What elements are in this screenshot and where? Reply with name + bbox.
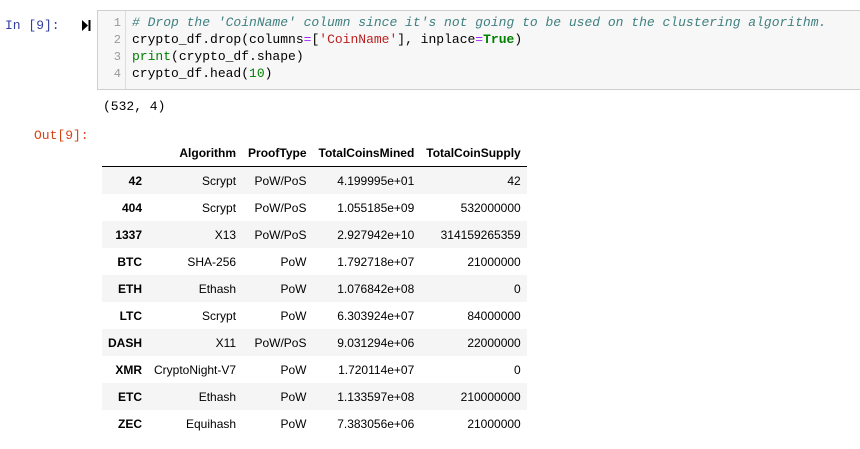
row-index: ETC	[118, 389, 143, 404]
column-header-totalcoinsupply: TotalCoinSupply	[420, 140, 527, 167]
line-number: 2	[113, 33, 121, 47]
column-header-algorithm: Algorithm	[148, 140, 243, 167]
row-index: 42	[128, 173, 143, 188]
row-index: 404	[121, 200, 143, 215]
code-token: ], inplace	[397, 32, 476, 47]
table-row: ETC Ethash PoW 1.133597e+08 210000000	[102, 383, 527, 410]
cell-totalcoinsmined: 1.076842e+08	[337, 281, 415, 296]
cell-totalcoinsupply: 22000000	[467, 335, 521, 350]
row-index: BTC	[117, 254, 143, 269]
table-row: LTC Scrypt PoW 6.303924e+07 84000000	[102, 302, 527, 329]
line-number: 3	[113, 50, 121, 64]
cell-prooftype: PoW/PoS	[254, 200, 307, 215]
code-token: 'CoinName'	[319, 32, 398, 47]
cell-totalcoinsupply: 21000000	[467, 416, 521, 431]
code-line: crypto_df.drop(columns=['CoinName'], inp…	[132, 32, 522, 47]
index-header	[102, 140, 149, 167]
cell-totalcoinsupply: 532000000	[460, 200, 521, 215]
table-header-row: Algorithm ProofType TotalCoinsMined Tota…	[102, 140, 527, 167]
stdout-output: (532, 4)	[103, 99, 166, 114]
column-header-prooftype: ProofType	[242, 140, 313, 167]
table-row: 42 Scrypt PoW/PoS 4.199995e+01 42	[102, 166, 527, 194]
code-token: crypto_df.head(	[132, 66, 250, 81]
cell-totalcoinsupply: 0	[514, 281, 521, 296]
cell-algorithm: CryptoNight-V7	[154, 362, 237, 377]
input-prompt: In [9]:	[5, 18, 60, 33]
cell-totalcoinsupply: 0	[514, 362, 521, 377]
row-index: LTC	[119, 308, 143, 323]
column-header-totalcoinsmined: TotalCoinsMined	[312, 140, 421, 167]
cell-totalcoinsmined: 2.927942e+10	[337, 227, 415, 242]
code-editor[interactable]: # Drop the 'CoinName' column since it's …	[97, 10, 860, 90]
cell-totalcoinsupply: 314159265359	[440, 227, 521, 242]
cell-totalcoinsupply: 42	[507, 173, 521, 188]
run-cell-icon[interactable]	[81, 19, 91, 32]
cell-prooftype: PoW	[280, 362, 307, 377]
cell-algorithm: SHA-256	[187, 254, 237, 269]
cell-prooftype: PoW	[280, 281, 307, 296]
cell-totalcoinsmined: 1.792718e+07	[337, 254, 415, 269]
cell-algorithm: Scrypt	[202, 173, 237, 188]
code-token: # Drop the 'CoinName' column since it's …	[132, 15, 827, 30]
cell-totalcoinsupply: 21000000	[467, 254, 521, 269]
code-token: 10	[249, 66, 265, 81]
cell-totalcoinsupply: 210000000	[460, 389, 521, 404]
cell-prooftype: PoW/PoS	[254, 227, 307, 242]
table-row: XMR CryptoNight-V7 PoW 1.720114e+07 0	[102, 356, 527, 383]
dataframe-table: Algorithm ProofType TotalCoinsMined Tota…	[102, 140, 527, 437]
cell-algorithm: Ethash	[198, 389, 237, 404]
row-index: ZEC	[118, 416, 143, 431]
cell-algorithm: Scrypt	[202, 308, 237, 323]
line-number: 4	[113, 67, 121, 81]
table-row: BTC SHA-256 PoW 1.792718e+07 21000000	[102, 248, 527, 275]
table-row: ZEC Equihash PoW 7.383056e+06 21000000	[102, 410, 527, 437]
code-token: (crypto_df.shape)	[171, 49, 304, 64]
table-row: 404 Scrypt PoW/PoS 1.055185e+09 532000000	[102, 194, 527, 221]
cell-prooftype: PoW/PoS	[254, 173, 307, 188]
table-body: 42 Scrypt PoW/PoS 4.199995e+01 42 404 Scrypt Po…	[102, 166, 527, 438]
cell-prooftype: PoW/PoS	[254, 335, 307, 350]
cell-totalcoinsupply: 84000000	[467, 308, 521, 323]
line-number: 1	[113, 16, 121, 30]
cell-prooftype: PoW	[280, 308, 307, 323]
row-index: 1337	[115, 227, 143, 242]
cell-totalcoinsmined: 6.303924e+07	[337, 308, 415, 323]
code-line: crypto_df.head(10)	[132, 66, 272, 81]
table-row: DASH X11 PoW/PoS 9.031294e+06 22000000	[102, 329, 527, 356]
code-token: print	[132, 49, 172, 64]
row-index: XMR	[115, 362, 143, 377]
cell-totalcoinsmined: 1.055185e+09	[337, 200, 415, 215]
code-line: # Drop the 'CoinName' column since it's …	[132, 15, 826, 30]
cell-totalcoinsmined: 1.133597e+08	[337, 389, 415, 404]
cell-algorithm: Scrypt	[202, 200, 237, 215]
cell-totalcoinsmined: 9.031294e+06	[337, 335, 415, 350]
cell-totalcoinsmined: 1.720114e+07	[338, 362, 415, 377]
code-token: crypto_df.drop(columns	[132, 32, 304, 47]
code-token: True	[483, 32, 515, 47]
cell-algorithm: Equihash	[186, 416, 237, 431]
table-row: ETH Ethash PoW 1.076842e+08 0	[102, 275, 527, 302]
cell-prooftype: PoW	[280, 254, 307, 269]
cell-prooftype: PoW	[280, 389, 307, 404]
row-index: ETH	[118, 281, 143, 296]
code-token: )	[514, 32, 523, 47]
cell-algorithm: Ethash	[198, 281, 237, 296]
cell-algorithm: X11	[215, 335, 237, 350]
cell-prooftype: PoW	[280, 416, 307, 431]
output-prompt: Out[9]:	[34, 128, 89, 143]
row-index: DASH	[108, 335, 143, 350]
cell-totalcoinsmined: 4.199995e+01	[337, 173, 415, 188]
code-line: print(crypto_df.shape)	[132, 49, 304, 64]
cell-algorithm: X13	[214, 227, 237, 242]
table-row: 1337 X13 PoW/PoS 2.927942e+10 314159265359	[102, 221, 527, 248]
cell-totalcoinsmined: 7.383056e+06	[337, 416, 415, 431]
code-token: )	[264, 66, 273, 81]
code-token: =	[475, 32, 484, 47]
